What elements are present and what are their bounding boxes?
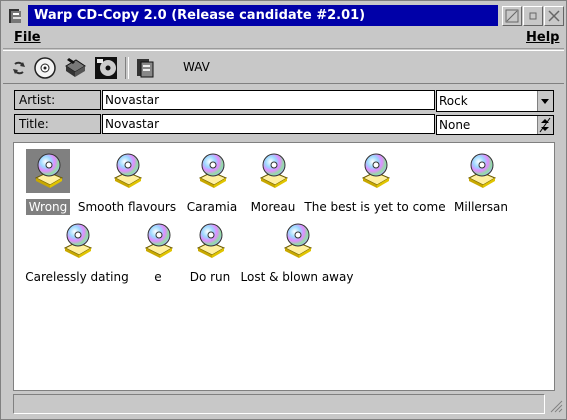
track-name: Moreau xyxy=(250,200,296,214)
dropdown-button[interactable] xyxy=(537,91,553,111)
title-field[interactable]: Novastar xyxy=(102,114,435,134)
toolbar-separator xyxy=(125,57,129,79)
track-item[interactable]: Millersan xyxy=(401,149,561,215)
format-label[interactable]: WAV xyxy=(183,60,210,74)
subgenre-spinner[interactable]: None xyxy=(436,115,554,135)
close-icon xyxy=(548,10,560,22)
cd-copy-app-icon[interactable] xyxy=(7,7,25,25)
genre-dropdown[interactable]: Rock xyxy=(436,90,554,112)
eject-cd-icon[interactable] xyxy=(63,56,87,80)
track-list: Wrong Smooth flavours Caramia Moreau The bes… xyxy=(13,142,555,391)
window-title: Warp CD-Copy 2.0 (Release candidate #2.0… xyxy=(28,5,498,26)
refresh-icon[interactable] xyxy=(7,56,31,80)
genre-value: Rock xyxy=(439,94,468,108)
title-label: Title: xyxy=(14,114,101,134)
cd-track-icon xyxy=(459,149,503,193)
main-window: Warp CD-Copy 2.0 (Release candidate #2.0… xyxy=(0,0,567,420)
restore-icon xyxy=(529,12,537,20)
menu-help[interactable]: Help xyxy=(526,30,559,45)
cd-track-icon xyxy=(251,149,295,193)
status-bar xyxy=(13,394,545,414)
title-bar: Warp CD-Copy 2.0 (Release candidate #2.0… xyxy=(3,4,564,28)
close-button[interactable] xyxy=(544,6,564,26)
spin-button[interactable] xyxy=(537,116,553,134)
minimize-icon xyxy=(505,9,519,23)
resize-grip-icon[interactable] xyxy=(547,395,563,413)
subgenre-value: None xyxy=(439,118,471,132)
cd-track-icon xyxy=(275,219,319,263)
cd-track-icon xyxy=(353,149,397,193)
spin-arrows-icon xyxy=(539,117,551,133)
track-name: Lost & blown away xyxy=(240,270,354,284)
copy-icon[interactable] xyxy=(133,56,157,80)
cd-icon[interactable] xyxy=(33,56,57,80)
artist-field[interactable]: Novastar xyxy=(102,90,435,110)
menu-bar: File Help xyxy=(3,28,564,49)
menu-file[interactable]: File xyxy=(14,30,41,45)
restore-button[interactable] xyxy=(523,6,543,26)
track-name: Millersan xyxy=(454,200,508,214)
minimize-button[interactable] xyxy=(502,6,522,26)
cd-burn-icon[interactable] xyxy=(94,56,118,80)
toolbar: WAV xyxy=(3,50,564,84)
track-item[interactable]: Lost & blown away xyxy=(217,219,377,285)
chevron-down-icon xyxy=(541,99,549,104)
artist-label: Artist: xyxy=(14,90,101,110)
